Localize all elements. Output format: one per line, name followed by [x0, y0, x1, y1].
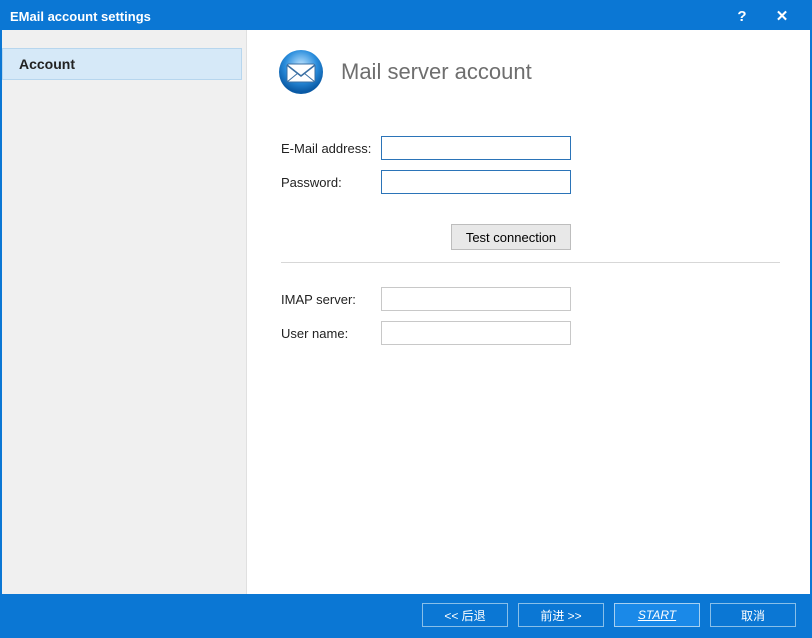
test-connection-button[interactable]: Test connection [451, 224, 571, 250]
content-area: Account [2, 30, 810, 594]
close-button[interactable]: ✕ [762, 7, 802, 25]
row-imap: IMAP server: [281, 287, 780, 311]
row-test: Test connection [281, 224, 780, 250]
email-field[interactable] [381, 136, 571, 160]
sidebar-item-account[interactable]: Account [2, 48, 242, 80]
mail-icon [277, 48, 325, 96]
main-panel: Mail server account E-Mail address: Pass… [247, 30, 810, 594]
page-header: Mail server account [277, 48, 780, 96]
cancel-button[interactable]: 取消 [710, 603, 796, 627]
row-username: User name: [281, 321, 780, 345]
username-field[interactable] [381, 321, 571, 345]
sidebar: Account [2, 30, 247, 594]
titlebar: EMail account settings ? ✕ [2, 2, 810, 30]
form-area: E-Mail address: Password: Test connectio… [277, 136, 780, 355]
row-password: Password: [281, 170, 780, 194]
imap-server-field[interactable] [381, 287, 571, 311]
help-button[interactable]: ? [722, 8, 762, 25]
page-title: Mail server account [341, 59, 532, 85]
label-username: User name: [281, 326, 381, 341]
window-title: EMail account settings [10, 9, 722, 24]
password-field[interactable] [381, 170, 571, 194]
divider [281, 262, 780, 263]
forward-button[interactable]: 前进 >> [518, 603, 604, 627]
label-email: E-Mail address: [281, 141, 381, 156]
sidebar-item-label: Account [19, 56, 75, 72]
label-imap: IMAP server: [281, 292, 381, 307]
start-button[interactable]: START [614, 603, 700, 627]
footer: << 后退 前进 >> START 取消 [2, 594, 810, 636]
row-email: E-Mail address: [281, 136, 780, 160]
label-password: Password: [281, 175, 381, 190]
back-button[interactable]: << 后退 [422, 603, 508, 627]
